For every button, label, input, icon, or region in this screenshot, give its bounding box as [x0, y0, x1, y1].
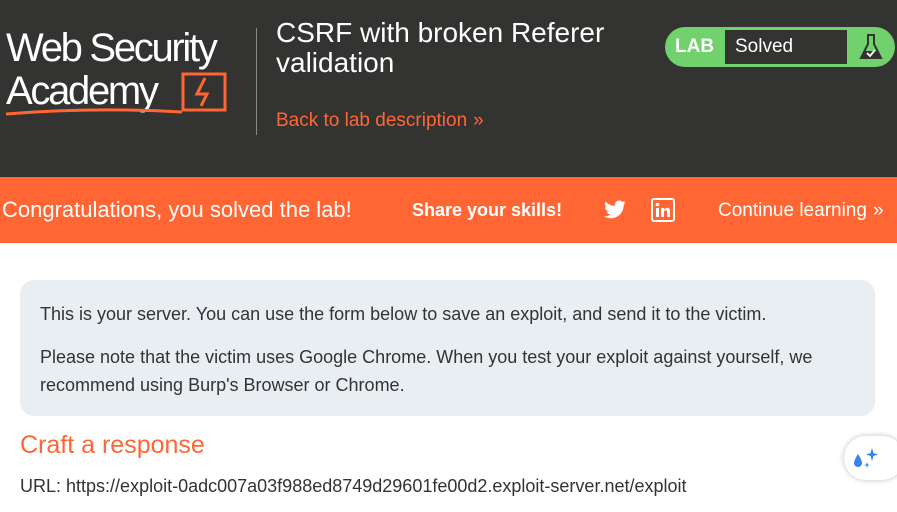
logo-text-line1: Web Security [6, 26, 218, 70]
double-chevron-right-icon: » [872, 200, 883, 221]
info-paragraph-server: This is your server. You can use the for… [40, 304, 767, 324]
solved-notification-banner: Congratulations, you solved the lab! Sha… [0, 177, 897, 243]
info-paragraph-browser-note: Please note that the victim uses Google … [40, 347, 813, 395]
logo-text-line2: Academy [6, 69, 159, 113]
back-to-lab-description-link[interactable]: Back to lab description» [276, 110, 484, 132]
server-info-box: This is your server. You can use the for… [20, 280, 875, 416]
lab-status-widget: LAB Solved [665, 27, 895, 67]
logo-underline-icon [5, 108, 183, 116]
lab-status-value: Solved [735, 36, 794, 57]
share-skills-label: Share your skills! [412, 200, 563, 220]
double-chevron-right-icon: » [473, 110, 483, 131]
continue-learning-link[interactable]: Continue learning» [718, 200, 883, 222]
lab-status-box: Solved [725, 30, 847, 64]
lightning-bolt-icon [181, 72, 227, 112]
twitter-icon[interactable] [602, 198, 628, 222]
url-label: URL: [20, 476, 62, 496]
header-divider [256, 28, 257, 135]
congratulations-message: Congratulations, you solved the lab! [2, 197, 352, 222]
web-security-academy-logo[interactable]: Web Security Academy [4, 26, 254, 121]
flask-icon [859, 34, 883, 59]
site-header: Web Security Academy CSRF with broken Re… [0, 0, 897, 177]
sparkle-icon [854, 448, 878, 468]
continue-learning-label: Continue learning [718, 200, 867, 221]
back-link-label: Back to lab description [276, 110, 468, 131]
lab-status-label: LAB [675, 36, 715, 57]
lab-title: CSRF with broken Referer validation [276, 17, 605, 78]
linkedin-icon[interactable] [651, 198, 675, 222]
exploit-url-value: https://exploit-0adc007a03f988ed8749d296… [66, 476, 687, 496]
craft-response-heading: Craft a response [20, 431, 205, 459]
exploit-url-line: URL: https://exploit-0adc007a03f988ed874… [20, 476, 687, 497]
floating-assistant-button[interactable] [844, 436, 897, 480]
